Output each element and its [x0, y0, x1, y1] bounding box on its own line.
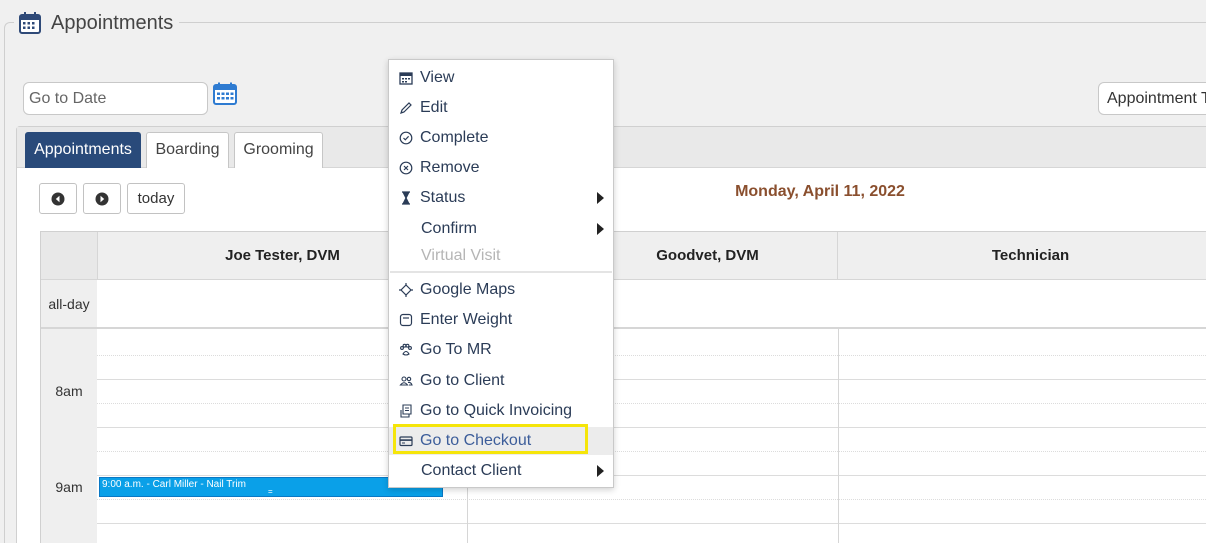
circle-left-icon	[51, 192, 65, 205]
menu-item-label: Go to Client	[420, 372, 505, 389]
today-button[interactable]: today	[127, 183, 185, 214]
tab-boarding[interactable]: Boarding	[146, 132, 229, 168]
menu-separator	[390, 271, 612, 273]
menu-item-label: Go To MR	[420, 341, 492, 358]
tab-grooming[interactable]: Grooming	[234, 132, 323, 168]
resize-handle[interactable]: =	[268, 488, 273, 496]
slot-divider	[97, 499, 1206, 500]
menu-item-label: Status	[420, 189, 466, 206]
column-header-technician: Technician	[837, 232, 1206, 280]
page-title: Appointments	[51, 11, 174, 34]
menu-item-label: Virtual Visit	[421, 247, 501, 264]
slot-divider	[97, 403, 1206, 404]
calendar-picker-icon[interactable]	[213, 82, 237, 106]
menu-item-go-to-client[interactable]: Go to Client	[389, 367, 613, 395]
menu-item-contact-client[interactable]: Contact Client	[389, 457, 613, 485]
menu-item-label: View	[420, 69, 455, 86]
calendar-icon	[19, 12, 41, 34]
menu-item-label: Google Maps	[420, 281, 516, 298]
pencil-icon	[399, 101, 413, 115]
hourglass-icon	[399, 191, 413, 205]
prev-button[interactable]	[39, 183, 77, 214]
tab-appointments[interactable]: Appointments	[25, 132, 141, 168]
calendar-icon	[399, 71, 413, 85]
menu-item-complete[interactable]: Complete	[389, 124, 613, 152]
menu-item-go-to-mr[interactable]: Go To MR	[389, 336, 613, 364]
next-button[interactable]	[83, 183, 121, 214]
page-header: Appointments	[14, 6, 180, 40]
all-day-row[interactable]	[97, 281, 1206, 329]
slot-divider	[97, 427, 1206, 428]
appointments-page: Appointments Appointment T Appointments …	[0, 0, 1206, 543]
menu-item-go-to-quick-invoicing[interactable]: Go to Quick Invoicing	[389, 397, 613, 425]
menu-item-google-maps[interactable]: Google Maps	[389, 276, 613, 304]
submenu-arrow-icon	[597, 223, 604, 235]
menu-item-label: Go to Quick Invoicing	[420, 402, 573, 419]
invoice-icon	[399, 404, 413, 418]
menu-item-label: Contact Client	[421, 462, 522, 479]
scale-icon	[399, 313, 413, 327]
slot-divider	[97, 355, 1206, 356]
circle-right-icon	[95, 192, 109, 205]
users-icon	[399, 374, 413, 388]
menu-item-edit[interactable]: Edit	[389, 94, 613, 122]
column-divider	[838, 329, 839, 543]
submenu-arrow-icon	[597, 192, 604, 204]
appointment-type-select[interactable]: Appointment T	[1098, 82, 1206, 115]
check-circle-icon	[399, 131, 413, 145]
menu-item-label: Confirm	[421, 220, 478, 237]
go-to-date-input[interactable]	[23, 82, 208, 115]
menu-item-label: Edit	[420, 99, 448, 116]
crosshair-icon	[399, 283, 413, 297]
slot-divider	[97, 379, 1206, 380]
slot-divider	[97, 475, 1206, 476]
menu-item-confirm[interactable]: Confirm	[389, 215, 613, 243]
axis-header	[41, 232, 97, 280]
menu-item-virtual-visit: Virtual Visit	[389, 242, 613, 270]
menu-item-label: Remove	[420, 159, 480, 176]
time-label-9am: 9am	[55, 479, 83, 495]
slot-divider	[97, 451, 1206, 452]
menu-item-label: Enter Weight	[420, 311, 513, 328]
x-circle-icon	[399, 161, 413, 175]
menu-item-enter-weight[interactable]: Enter Weight	[389, 306, 613, 334]
calendar-date-heading: Monday, April 11, 2022	[735, 183, 905, 200]
highlight-annotation	[393, 424, 588, 454]
menu-item-status[interactable]: Status	[389, 184, 613, 212]
menu-item-view[interactable]: View	[389, 64, 613, 92]
time-label-8am: 8am	[55, 383, 83, 399]
menu-item-remove[interactable]: Remove	[389, 154, 613, 182]
appointment-event-text: 9:00 a.m. - Carl Miller - Nail Trim	[102, 479, 246, 490]
paw-icon	[399, 343, 413, 357]
slot-divider	[97, 523, 1206, 524]
submenu-arrow-icon	[597, 465, 604, 477]
all-day-label: all-day	[41, 281, 97, 329]
menu-item-label: Complete	[420, 129, 489, 146]
